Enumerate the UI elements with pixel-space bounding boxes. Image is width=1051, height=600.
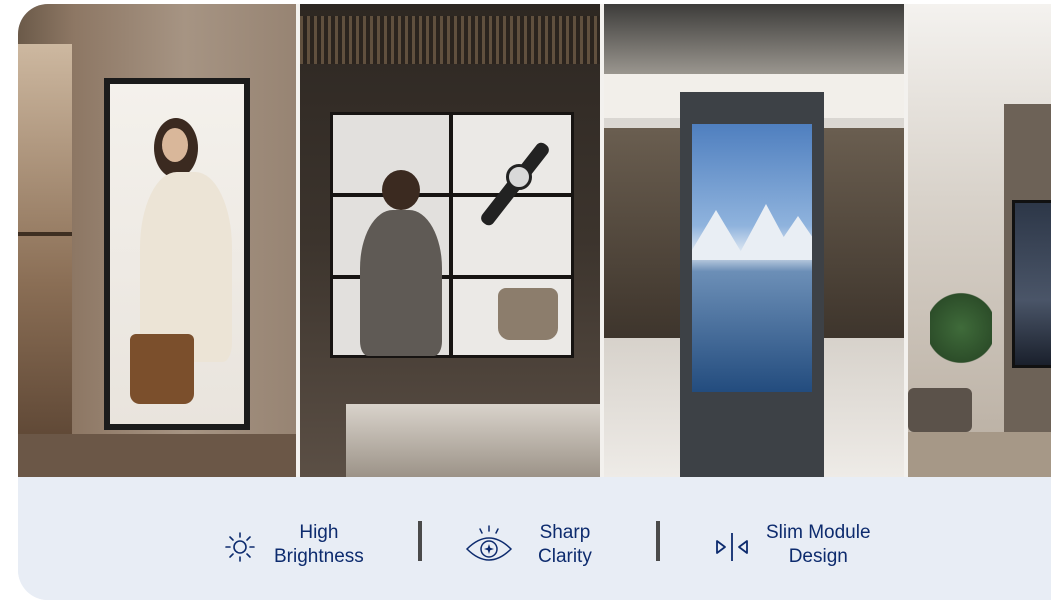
feature-label-line: Design xyxy=(788,546,848,567)
lobby-display-screen xyxy=(1012,200,1051,368)
ceiling-lights xyxy=(300,16,600,64)
photo-video-wall xyxy=(300,4,600,477)
feature-bar: High Brightness Sharp Clarity Slim Modul… xyxy=(18,477,1051,600)
photo-kiosk-display xyxy=(604,4,904,477)
feature-label-slim-module-design: Slim Module Design xyxy=(766,521,871,569)
video-wall-tile xyxy=(453,197,571,275)
mountain xyxy=(768,216,812,260)
feature-label-line: Clarity xyxy=(538,546,592,567)
armchair xyxy=(908,388,972,432)
photo-wall-mounted-display xyxy=(18,4,296,477)
feature-label-line: Slim Module xyxy=(766,522,871,543)
model-face xyxy=(162,128,188,162)
feature-slim-module-design: Slim Module Design xyxy=(712,521,871,569)
floor xyxy=(908,432,1051,477)
feature-separator xyxy=(418,521,422,561)
feature-high-brightness: High Brightness xyxy=(220,521,364,569)
display-screen-fashion-model xyxy=(110,84,244,424)
handbag xyxy=(498,288,558,340)
feature-label-sharp-clarity: Sharp Clarity xyxy=(538,521,592,569)
feature-separator xyxy=(656,521,660,561)
watch-face xyxy=(506,164,532,190)
feature-sharp-clarity: Sharp Clarity xyxy=(464,521,592,569)
ceiling xyxy=(604,4,904,74)
model-handbag xyxy=(130,334,194,404)
kiosk-screen-mountain-lake xyxy=(692,124,812,392)
feature-label-line: Brightness xyxy=(274,546,364,567)
eye-icon xyxy=(465,525,513,561)
slim-module-icon xyxy=(716,533,748,561)
model-hair xyxy=(382,170,420,210)
potted-plant xyxy=(930,290,992,366)
display-shelf xyxy=(346,404,600,477)
feature-label-high-brightness: High Brightness xyxy=(274,521,364,569)
model-coat xyxy=(360,210,442,356)
sun-icon xyxy=(225,532,255,562)
floor xyxy=(18,434,296,477)
photo-lobby-display xyxy=(908,4,1051,477)
clothing-rack xyxy=(18,44,72,444)
feature-label-line: Sharp xyxy=(539,522,591,543)
product-card: High Brightness Sharp Clarity Slim Modul… xyxy=(18,4,1051,600)
feature-label-line: High xyxy=(299,522,339,543)
clothing-rail xyxy=(18,232,72,236)
application-photo-strip xyxy=(18,4,1051,477)
